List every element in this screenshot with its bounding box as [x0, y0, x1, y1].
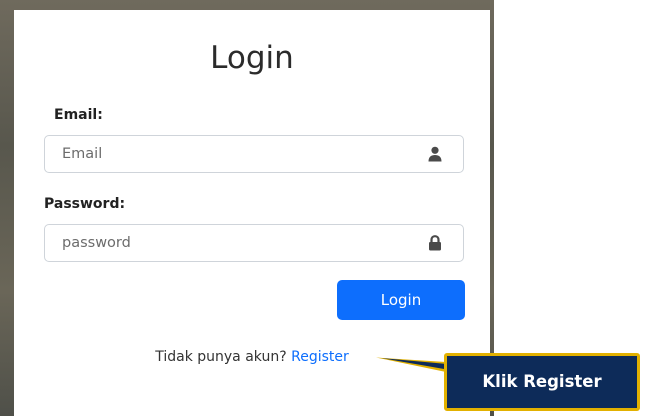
- register-prompt-text: Tidak punya akun?: [155, 349, 287, 365]
- password-label: Password:: [44, 196, 126, 212]
- email-field-wrapper: [44, 135, 464, 173]
- password-field[interactable]: [45, 225, 415, 261]
- login-button[interactable]: Login: [337, 280, 465, 320]
- email-field[interactable]: [45, 136, 415, 172]
- user-icon: [428, 146, 442, 162]
- register-prompt: Tidak punya akun? Register: [14, 349, 490, 365]
- callout-box: Klik Register: [444, 353, 640, 411]
- lock-icon: [429, 235, 441, 251]
- email-label: Email:: [54, 107, 103, 123]
- login-card: Login Email: Password: Login Tidak punya…: [14, 10, 490, 416]
- page-title: Login: [210, 40, 294, 76]
- password-field-wrapper: [44, 224, 464, 262]
- register-link[interactable]: Register: [291, 349, 349, 365]
